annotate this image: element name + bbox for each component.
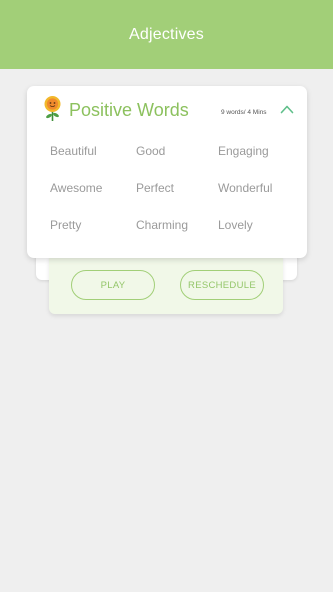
reschedule-button[interactable]: RESCHEDULE bbox=[180, 270, 264, 300]
word-item: Wonderful bbox=[218, 181, 273, 195]
word-item: Pretty bbox=[50, 218, 82, 232]
word-list-card: Positive Words 9 words/ 4 Mins Beautiful… bbox=[27, 86, 307, 258]
app-header: Adjectives bbox=[0, 0, 333, 69]
word-item: Beautiful bbox=[50, 144, 97, 158]
card-title: Positive Words bbox=[69, 100, 189, 120]
page-title: Adjectives bbox=[129, 25, 204, 43]
action-panel: PLAY RESCHEDULE bbox=[49, 254, 283, 314]
word-item: Perfect bbox=[136, 181, 175, 195]
sunflower-icon bbox=[44, 96, 61, 121]
word-item: Awesome bbox=[50, 181, 103, 195]
chevron-up-icon[interactable] bbox=[280, 104, 294, 114]
word-item: Engaging bbox=[218, 144, 269, 158]
word-item: Charming bbox=[136, 218, 189, 232]
word-count-duration: 9 words/ 4 Mins bbox=[221, 109, 267, 116]
word-item: Lovely bbox=[218, 218, 253, 232]
play-button[interactable]: PLAY bbox=[71, 270, 155, 300]
word-item: Good bbox=[136, 144, 166, 158]
